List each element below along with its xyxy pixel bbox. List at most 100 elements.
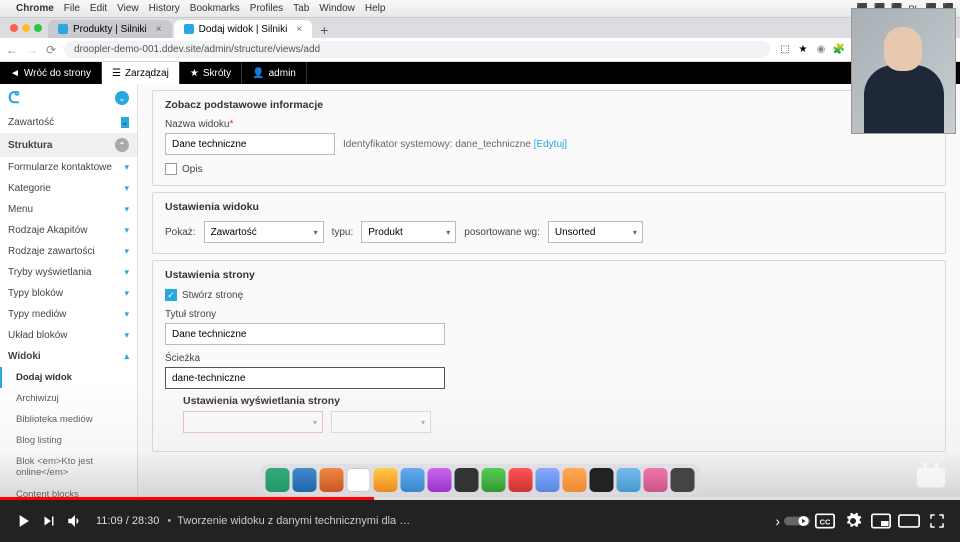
play-button[interactable]: [10, 508, 36, 534]
menu-tab[interactable]: Tab: [293, 3, 309, 14]
presenter-head: [884, 27, 922, 71]
sidebar-sub[interactable]: Biblioteka mediów: [0, 409, 137, 430]
volume-button[interactable]: [62, 508, 88, 534]
sidebar-sub[interactable]: Archiwizuj: [0, 388, 137, 409]
droopler-logo-icon[interactable]: ᕦ: [8, 88, 20, 108]
sidebar-item[interactable]: Rodzaje zawartości▾: [0, 241, 137, 262]
sidebar-item-views[interactable]: Widoki▴: [0, 346, 137, 367]
chapter-next-icon[interactable]: ›: [771, 513, 784, 529]
webcam-overlay: [851, 8, 956, 134]
show-label: Pokaż:: [165, 227, 196, 238]
dock-app-icon[interactable]: [590, 468, 614, 492]
description-checkbox[interactable]: [165, 163, 177, 175]
sidebar-item[interactable]: Kategorie▾: [0, 178, 137, 199]
next-button[interactable]: [36, 508, 62, 534]
theater-button[interactable]: [896, 508, 922, 534]
type-select[interactable]: Produkt: [361, 221, 456, 243]
sidebar-sub-add-view[interactable]: Dodaj widok: [0, 367, 137, 388]
create-page-checkbox[interactable]: ✓: [165, 289, 177, 301]
miniplayer-button[interactable]: [868, 508, 894, 534]
fullscreen-button[interactable]: [924, 508, 950, 534]
sidebar-item[interactable]: Układ bloków▾: [0, 325, 137, 346]
format-select[interactable]: [183, 411, 323, 433]
dock-app-icon[interactable]: [563, 468, 587, 492]
browser-tab-2[interactable]: Dodaj widok | Silniki ×: [174, 20, 313, 38]
dock-app-icon[interactable]: [401, 468, 425, 492]
menu-file[interactable]: File: [64, 3, 80, 14]
reload-icon[interactable]: ⟳: [46, 43, 56, 57]
sidebar-item-label: Struktura: [8, 140, 52, 151]
menu-history[interactable]: History: [149, 3, 180, 14]
dock-app-icon[interactable]: [293, 468, 317, 492]
sorted-select[interactable]: Unsorted: [548, 221, 643, 243]
view-name-input[interactable]: [165, 133, 335, 155]
ext-icon[interactable]: 🧩: [832, 43, 846, 57]
toolbar-label: Zarządzaj: [125, 68, 169, 79]
channel-watermark-icon[interactable]: [914, 462, 948, 488]
dock-app-icon[interactable]: [509, 468, 533, 492]
dock-app-icon[interactable]: [617, 468, 641, 492]
browser-tab-1[interactable]: Produkty | Silniki ×: [48, 20, 172, 38]
path-input[interactable]: [165, 367, 445, 389]
dock-app-icon[interactable]: [320, 468, 344, 492]
new-tab-button[interactable]: +: [314, 22, 334, 38]
sidebar-item[interactable]: Rodzaje Akapitów▾: [0, 220, 137, 241]
show-select[interactable]: Zawartość: [204, 221, 324, 243]
minimize-window-icon[interactable]: [22, 24, 30, 32]
menu-help[interactable]: Help: [365, 3, 386, 14]
close-tab-icon[interactable]: ×: [296, 24, 302, 35]
settings-button[interactable]: [840, 508, 866, 534]
address-bar[interactable]: droopler-demo-001.ddev.site/admin/struct…: [64, 41, 770, 58]
captions-button[interactable]: CC: [812, 508, 838, 534]
ext-icon[interactable]: ★: [796, 43, 810, 57]
favicon-icon: [58, 24, 68, 34]
collapse-icon[interactable]: ⌄: [115, 91, 129, 105]
sidebar-item[interactable]: Menu▾: [0, 199, 137, 220]
toolbar-manage[interactable]: ☰ Zarządzaj: [102, 62, 180, 84]
dock-app-icon[interactable]: [644, 468, 668, 492]
type-label: typu:: [332, 227, 354, 238]
sidebar-item[interactable]: Typy bloków▾: [0, 283, 137, 304]
maximize-window-icon[interactable]: [34, 24, 42, 32]
sidebar-sub[interactable]: Blok <em>Kto jest online</em>: [0, 451, 137, 484]
dock-app-icon[interactable]: [374, 468, 398, 492]
menu-edit[interactable]: Edit: [90, 3, 107, 14]
menu-profiles[interactable]: Profiles: [250, 3, 283, 14]
menu-bookmarks[interactable]: Bookmarks: [190, 3, 240, 14]
toolbar-back[interactable]: ◄ Wróć do strony: [0, 62, 102, 84]
sidebar-item-content[interactable]: Zawartość ⌄: [0, 112, 137, 133]
video-chapter-title[interactable]: Tworzenie widoku z danymi technicznymi d…: [177, 515, 771, 527]
sidebar-item-label: Typy mediów: [8, 309, 66, 320]
toolbar-user[interactable]: 👤 admin: [242, 62, 307, 84]
sidebar-sub[interactable]: Blog listing: [0, 430, 137, 451]
ext-icon[interactable]: ⬚: [778, 43, 792, 57]
menu-window[interactable]: Window: [319, 3, 355, 14]
chevron-down-icon: ▾: [124, 267, 129, 278]
close-window-icon[interactable]: [10, 24, 18, 32]
menu-view[interactable]: View: [117, 3, 139, 14]
dock-app-icon[interactable]: [347, 468, 371, 492]
sidebar-item-structure[interactable]: Struktura ⌃: [0, 133, 137, 157]
dock-app-icon[interactable]: [671, 468, 695, 492]
dock-app-icon[interactable]: [428, 468, 452, 492]
dock-app-icon[interactable]: [455, 468, 479, 492]
window-controls[interactable]: [4, 18, 48, 38]
toolbar-shortcuts[interactable]: ★ Skróty: [180, 62, 242, 84]
sidebar-item[interactable]: Tryby wyświetlania▾: [0, 262, 137, 283]
forward-icon[interactable]: →: [26, 43, 38, 57]
menu-chrome[interactable]: Chrome: [16, 3, 54, 14]
dock-app-icon[interactable]: [536, 468, 560, 492]
page-title-input[interactable]: [165, 323, 445, 345]
autoplay-toggle[interactable]: [784, 508, 810, 534]
dock-app-icon[interactable]: [482, 468, 506, 492]
edit-machine-name-link[interactable]: [Edytuj]: [534, 139, 567, 150]
close-tab-icon[interactable]: ×: [156, 24, 162, 35]
sidebar-item[interactable]: Typy mediów▾: [0, 304, 137, 325]
format-select-2[interactable]: [331, 411, 431, 433]
fieldset-page-settings: Ustawienia strony ✓ Stwórz stronę Tytuł …: [152, 260, 946, 452]
ext-icon[interactable]: ◉: [814, 43, 828, 57]
back-icon[interactable]: ←: [6, 43, 18, 57]
sidebar-item[interactable]: Formularze kontaktowe▾: [0, 157, 137, 178]
dock-app-icon[interactable]: [266, 468, 290, 492]
separator-dot: •: [167, 515, 171, 527]
